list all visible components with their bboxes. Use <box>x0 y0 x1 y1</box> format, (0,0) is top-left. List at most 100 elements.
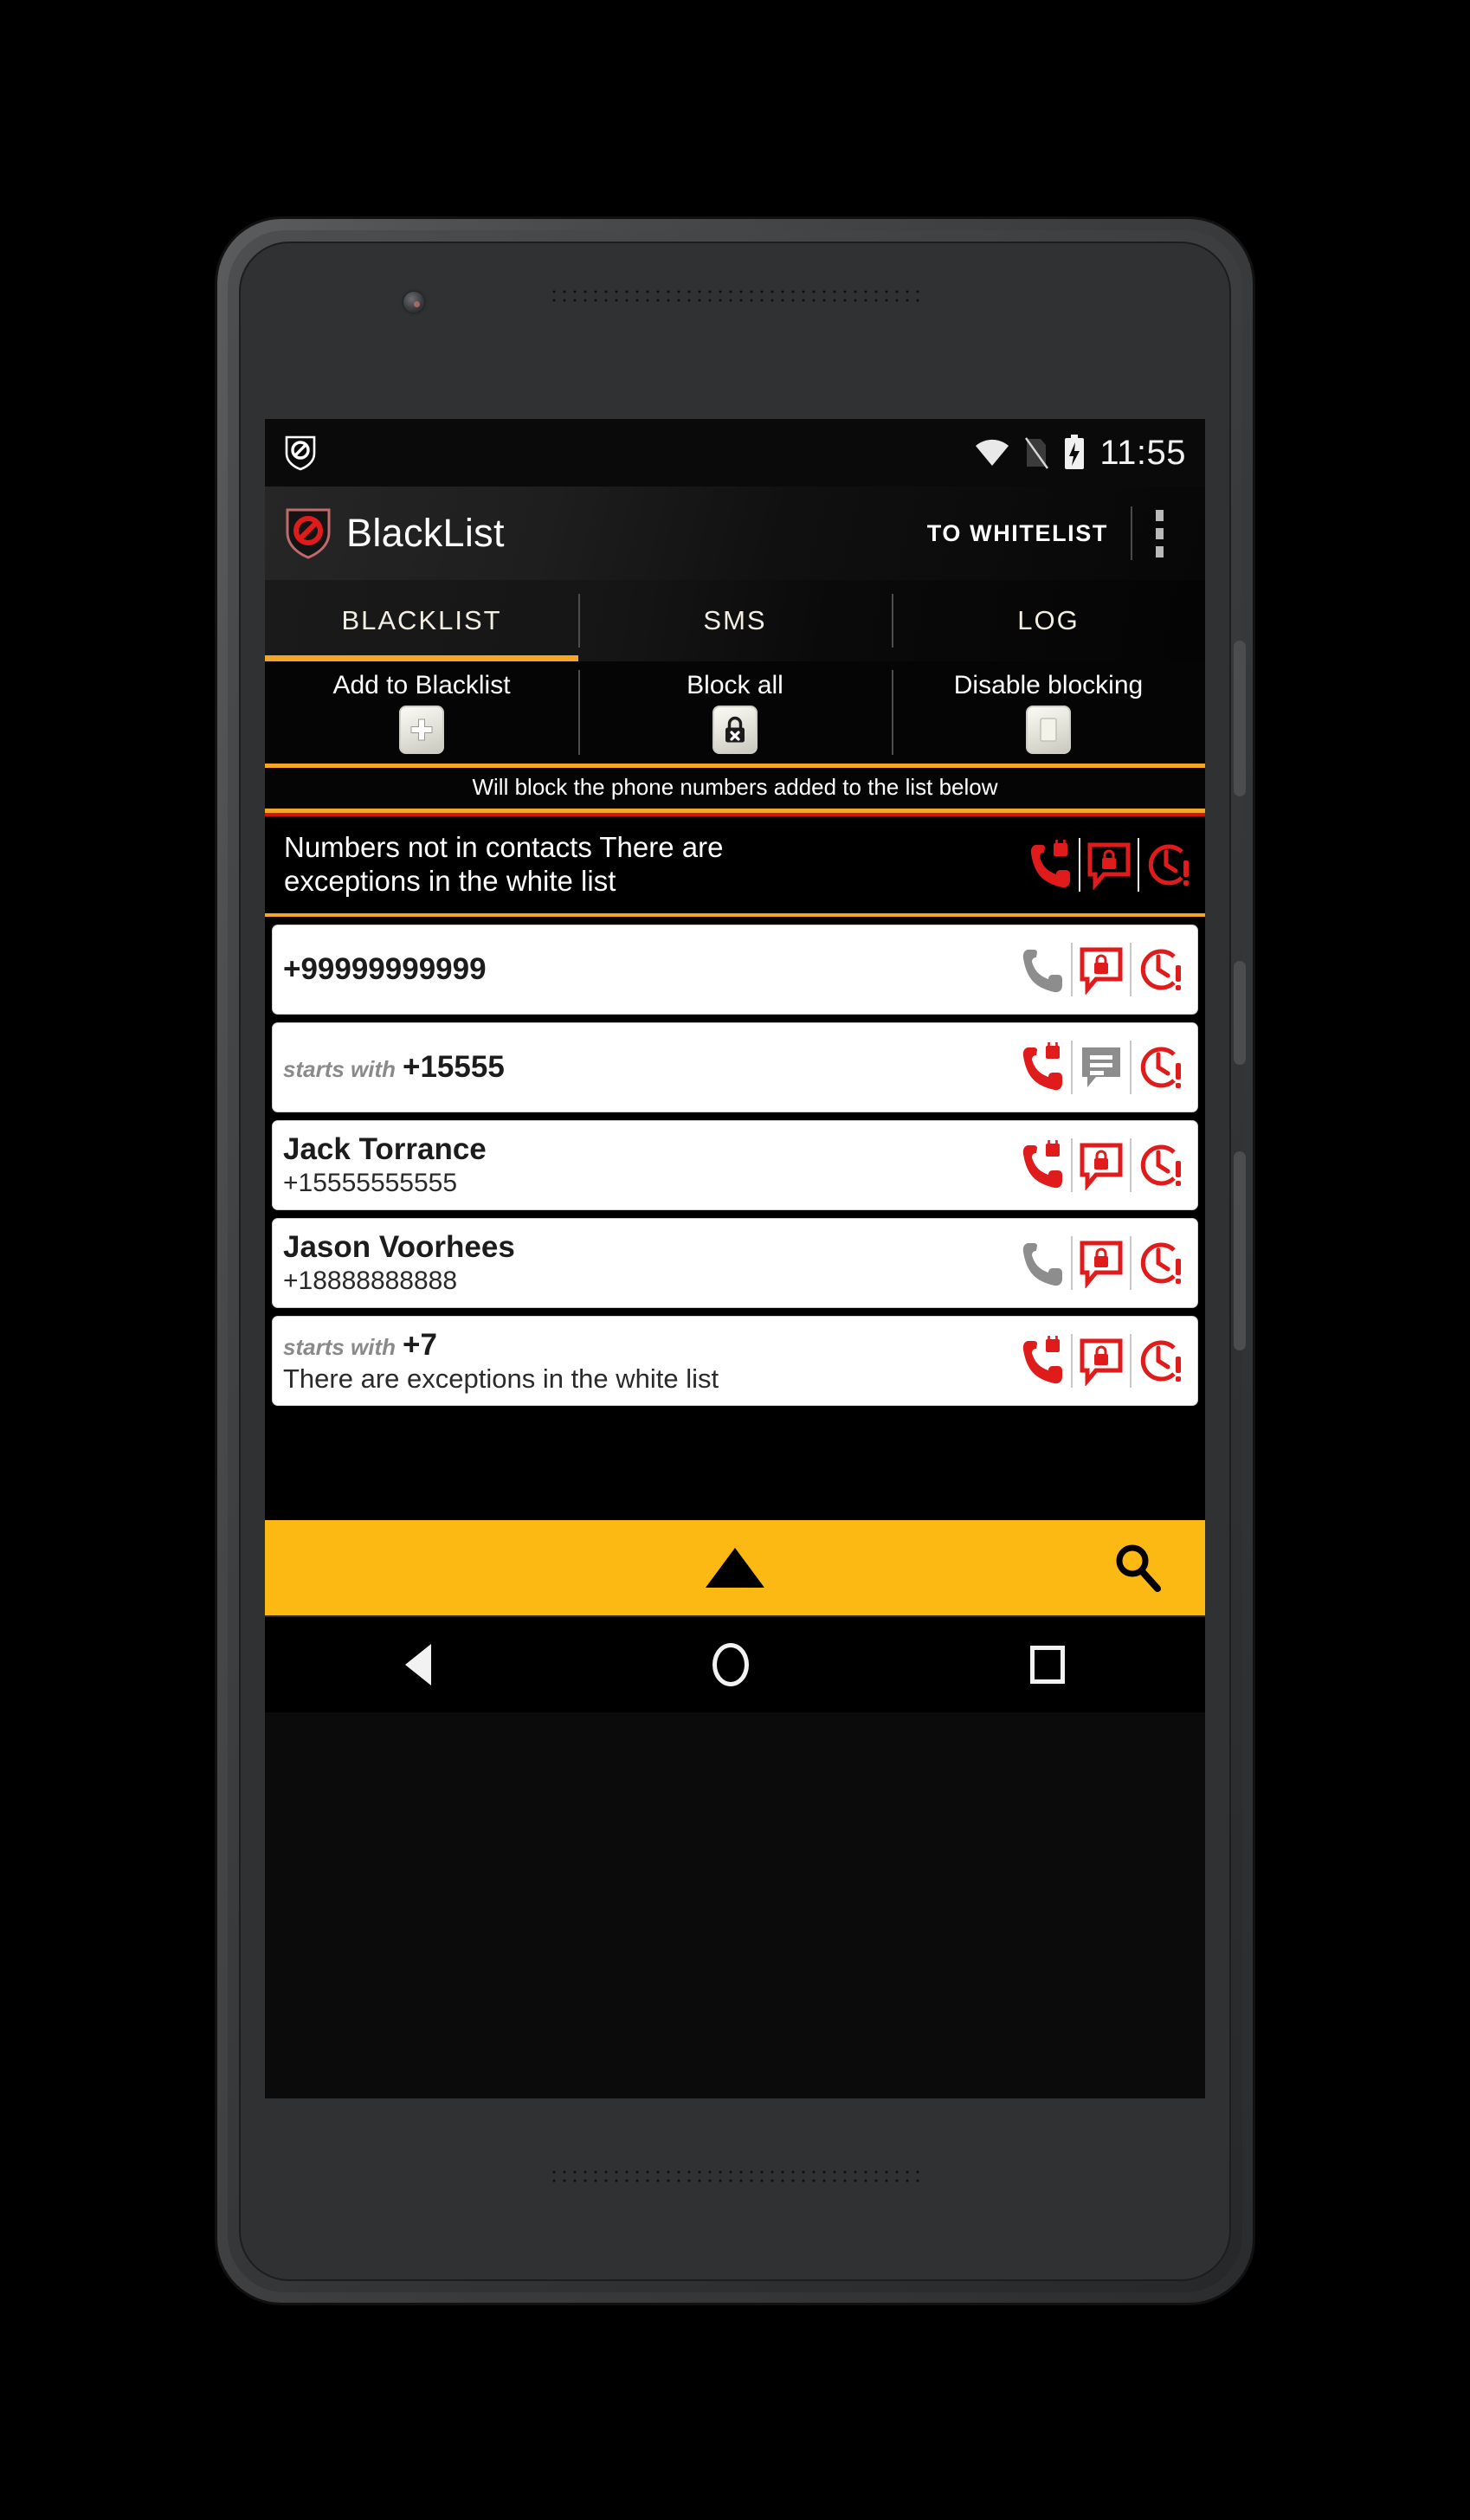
tab-blacklist-label: BLACKLIST <box>341 605 502 635</box>
lock-x-icon <box>712 706 758 754</box>
tab-blacklist[interactable]: BLACKLIST <box>265 580 578 661</box>
row-toggle-icons <box>1014 1034 1197 1100</box>
phone-locked-icon[interactable] <box>1014 1034 1071 1100</box>
phone-screen: 11:55 BlackList TO WHITELIST BLACKLIST S… <box>265 419 1205 2098</box>
clock-alert-icon[interactable] <box>1132 1034 1189 1100</box>
hint-text: Will block the phone numbers added to th… <box>472 774 998 800</box>
clock-alert-icon[interactable] <box>1132 1230 1189 1296</box>
status-bar-clock: 11:55 <box>1099 433 1186 472</box>
hint-bar: Will block the phone numbers added to th… <box>265 764 1205 813</box>
app-bar-actions: TO WHITELIST <box>927 487 1186 580</box>
tab-log-label: LOG <box>1017 605 1080 635</box>
row-primary-text: Numbers not in contacts There are <box>284 831 724 864</box>
row-primary-line: starts with +7 <box>283 1327 1005 1363</box>
blacklist-list: Numbers not in contacts There are except… <box>265 813 1205 1407</box>
recents-square-icon[interactable] <box>1029 1646 1065 1685</box>
row-prefix-label: starts with <box>283 1056 397 1083</box>
table-row[interactable]: +99999999999 <box>272 925 1198 1015</box>
more-vertical-icon[interactable] <box>1132 509 1186 557</box>
home-circle-icon[interactable] <box>712 1643 749 1687</box>
sms-locked-icon[interactable] <box>1080 832 1138 898</box>
row-primary-line: starts with +15555 <box>283 1049 1005 1085</box>
volume-down-button[interactable] <box>1234 961 1246 1065</box>
row-text: Numbers not in contacts There are except… <box>284 831 1022 899</box>
quick-action-bar: Add to Blacklist Block all Disable block… <box>265 661 1205 764</box>
table-row[interactable]: starts with +7 There are exceptions in th… <box>272 1316 1198 1407</box>
row-secondary-text: There are exceptions in the white list <box>283 1363 719 1395</box>
disable-blocking-label: Disable blocking <box>953 671 1144 699</box>
row-toggle-icons <box>1022 832 1205 898</box>
row-toggle-icons <box>1014 1132 1197 1198</box>
row-prefix-label: starts with <box>283 1334 397 1360</box>
status-bar-system-icons: 11:55 <box>975 434 1186 473</box>
tab-log[interactable]: LOG <box>892 580 1205 661</box>
row-secondary-text: +18888888888 <box>283 1266 458 1295</box>
phone-icon[interactable] <box>1014 937 1071 1002</box>
row-text: starts with +15555 <box>283 1049 1014 1085</box>
table-row[interactable]: starts with +15555 <box>272 1022 1198 1112</box>
app-bar: BlackList TO WHITELIST <box>265 487 1205 580</box>
row-text: Jason Voorhees +18888888888 <box>283 1229 1014 1296</box>
caret-up-icon[interactable] <box>706 1548 764 1589</box>
row-secondary-text: +15555555555 <box>283 1168 458 1197</box>
phone-locked-icon[interactable] <box>1014 1132 1071 1198</box>
no-sim-icon <box>1025 437 1049 469</box>
row-primary-text: +7 <box>403 1328 437 1362</box>
front-camera-glint <box>414 301 420 307</box>
back-triangle-icon[interactable] <box>405 1644 432 1686</box>
active-tab-indicator <box>265 655 578 661</box>
status-bar: 11:55 <box>265 419 1205 487</box>
blank-square-icon <box>1026 706 1071 754</box>
row-primary-text: Jack Torrance <box>283 1132 487 1167</box>
sms-locked-icon[interactable] <box>1073 1132 1130 1198</box>
row-text: +99999999999 <box>283 951 1014 987</box>
bottom-speaker <box>549 2168 921 2185</box>
sms-icon[interactable] <box>1073 1034 1130 1100</box>
row-toggle-icons <box>1014 1328 1197 1394</box>
row-toggle-icons <box>1014 1230 1197 1296</box>
row-primary-text: Jason Voorhees <box>283 1230 515 1265</box>
to-whitelist-button[interactable]: TO WHITELIST <box>927 520 1131 547</box>
sms-locked-icon[interactable] <box>1073 937 1130 1002</box>
row-secondary-text: exceptions in the white list <box>284 865 616 897</box>
block-all-button[interactable]: Block all <box>578 661 892 764</box>
tab-sms[interactable]: SMS <box>578 580 892 661</box>
add-to-blacklist-label: Add to Blacklist <box>332 671 511 699</box>
row-primary-text: +99999999999 <box>283 952 487 987</box>
list-empty-space <box>265 1406 1205 1521</box>
earpiece-speaker <box>549 287 921 305</box>
system-navigation-bar <box>265 1617 1205 1713</box>
clock-alert-icon[interactable] <box>1132 1132 1189 1198</box>
disable-blocking-button[interactable]: Disable blocking <box>892 661 1205 764</box>
sms-locked-icon[interactable] <box>1073 1230 1130 1296</box>
clock-alert-icon[interactable] <box>1132 937 1189 1002</box>
wifi-icon <box>976 439 1009 466</box>
row-text: Jack Torrance +15555555555 <box>283 1131 1014 1198</box>
search-icon[interactable] <box>1110 1540 1165 1595</box>
volume-up-button[interactable] <box>1234 641 1246 796</box>
clock-alert-icon[interactable] <box>1139 832 1196 898</box>
battery-charging-icon <box>1065 435 1085 469</box>
phone-locked-icon[interactable] <box>1022 832 1079 898</box>
screenshot-stage: 11:55 BlackList TO WHITELIST BLACKLIST S… <box>0 0 1470 2520</box>
table-row[interactable]: Jack Torrance +15555555555 <box>272 1120 1198 1210</box>
table-row[interactable]: Jason Voorhees +18888888888 <box>272 1218 1198 1308</box>
blacklist-shield-icon <box>286 508 331 559</box>
status-bar-notifications <box>284 435 317 471</box>
tab-bar: BLACKLIST SMS LOG <box>265 580 1205 661</box>
power-button[interactable] <box>1234 1151 1246 1350</box>
phone-icon[interactable] <box>1014 1230 1071 1296</box>
clock-alert-icon[interactable] <box>1132 1328 1189 1394</box>
table-row[interactable]: Numbers not in contacts There are except… <box>265 813 1205 917</box>
plus-icon <box>399 706 444 754</box>
row-text: starts with +7 There are exceptions in th… <box>283 1327 1014 1395</box>
row-toggle-icons <box>1014 937 1197 1002</box>
phone-locked-icon[interactable] <box>1014 1328 1071 1394</box>
bottom-toolbar <box>265 1520 1205 1618</box>
add-to-blacklist-button[interactable]: Add to Blacklist <box>265 661 578 764</box>
blocked-shield-icon <box>285 435 316 471</box>
row-primary-text: +15555 <box>403 1050 505 1085</box>
tab-sms-label: SMS <box>703 605 767 635</box>
sms-locked-icon[interactable] <box>1073 1328 1130 1394</box>
block-all-label: Block all <box>687 671 783 699</box>
